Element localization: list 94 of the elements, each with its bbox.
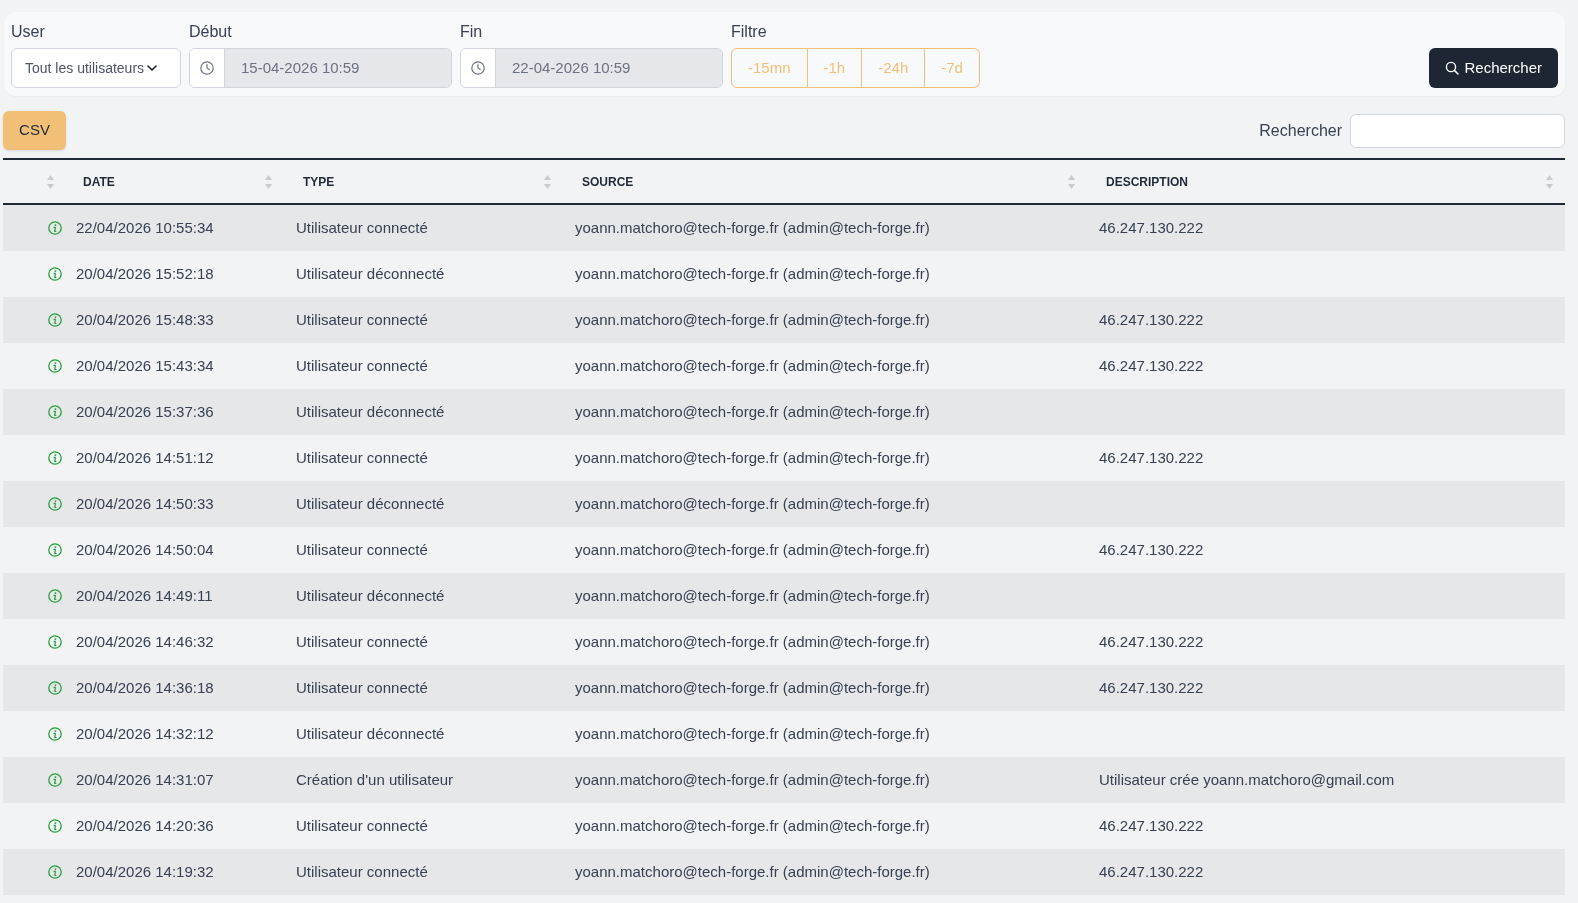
table-cell: Utilisateur connecté: [296, 311, 428, 328]
table-cell: 46.247.130.222: [1099, 449, 1204, 466]
table-cell: 46.247.130.222: [1099, 817, 1204, 834]
info-icon: [48, 221, 62, 235]
search-button[interactable]: Rechercher: [1429, 48, 1558, 88]
info-icon: [48, 497, 62, 511]
table-cell: 20/04/2026 14:20:36: [76, 817, 214, 834]
table-cell: 20/04/2026 14:50:33: [76, 495, 214, 512]
sort-icon: [1068, 174, 1075, 189]
table-cell: 46.247.130.222: [1099, 311, 1204, 328]
table-cell: 20/04/2026 14:49:11: [76, 587, 213, 604]
table-cell: 20/04/2026 14:31:07: [76, 771, 214, 788]
table-cell: 20/04/2026 15:48:33: [76, 311, 214, 328]
info-icon: [48, 727, 62, 741]
table-cell: yoann.matchoro@tech-forge.fr (admin@tech-forge.fr): [575, 771, 930, 788]
table-cell: yoann.matchoro@tech-forge.fr (admin@tech-forge.fr): [575, 311, 930, 328]
date-field[interactable]: 22-04-2026 10:59: [460, 48, 723, 88]
table-cell: Utilisateur déconnecté: [296, 587, 445, 604]
table-cell: 46.247.130.222: [1099, 219, 1204, 236]
info-icon: [48, 681, 62, 695]
table-cell: 46.247.130.222: [1099, 679, 1204, 696]
column-header[interactable]: DESCRIPTION: [1087, 160, 1565, 203]
info-icon: [48, 635, 62, 649]
info-icon: [48, 543, 62, 557]
table-cell: Utilisateur connecté: [296, 357, 428, 374]
table-cell: Utilisateur connecté: [296, 541, 428, 558]
column-header[interactable]: SOURCE: [563, 160, 1087, 203]
info-icon: [48, 589, 62, 603]
field-label: Début: [189, 22, 232, 42]
csv-button[interactable]: CSV: [3, 111, 66, 150]
table-cell: yoann.matchoro@tech-forge.fr (admin@tech-forge.fr): [575, 633, 930, 650]
info-icon: [48, 313, 62, 327]
table-cell: Utilisateur déconnecté: [296, 725, 445, 742]
table-cell: Utilisateur crée yoann.matchoro@gmail.com: [1099, 771, 1395, 788]
search-label: Rechercher: [1259, 120, 1342, 141]
table-cell: Utilisateur déconnecté: [296, 403, 445, 420]
table-cell: yoann.matchoro@tech-forge.fr (admin@tech-forge.fr): [575, 817, 930, 834]
table-cell: Utilisateur déconnecté: [296, 495, 445, 512]
table-cell: yoann.matchoro@tech-forge.fr (admin@tech-forge.fr): [575, 863, 930, 880]
table-cell: yoann.matchoro@tech-forge.fr (admin@tech-forge.fr): [575, 495, 930, 512]
table-cell: 20/04/2026 14:36:18: [76, 679, 214, 696]
info-icon: [48, 865, 62, 879]
table-cell: 20/04/2026 14:51:12: [76, 449, 214, 466]
table-cell: Utilisateur connecté: [296, 633, 428, 650]
sort-icon: [1546, 174, 1553, 189]
date-field[interactable]: 15-04-2026 10:59: [189, 48, 452, 88]
table-cell: yoann.matchoro@tech-forge.fr (admin@tech-forge.fr): [575, 449, 930, 466]
table-cell: 20/04/2026 15:37:36: [76, 403, 214, 420]
table-cell: 46.247.130.222: [1099, 863, 1204, 880]
table-cell: 22/04/2026 10:55:34: [76, 219, 214, 236]
table-cell: Utilisateur déconnecté: [296, 265, 445, 282]
table-cell: yoann.matchoro@tech-forge.fr (admin@tech-forge.fr): [575, 725, 930, 742]
table-cell: yoann.matchoro@tech-forge.fr (admin@tech-forge.fr): [575, 587, 930, 604]
info-icon: [48, 405, 62, 419]
table-cell: 20/04/2026 14:46:32: [76, 633, 214, 650]
info-icon: [48, 773, 62, 787]
table-cell: 20/04/2026 14:32:12: [76, 725, 214, 742]
clock-icon: [471, 61, 485, 75]
field-label: Filtre: [731, 22, 767, 42]
table-cell: yoann.matchoro@tech-forge.fr (admin@tech-forge.fr): [575, 265, 930, 282]
field-label: User: [11, 22, 45, 42]
table-cell: yoann.matchoro@tech-forge.fr (admin@tech-forge.fr): [575, 219, 930, 236]
table-cell: Utilisateur connecté: [296, 863, 428, 880]
table-cell: Utilisateur connecté: [296, 449, 428, 466]
table-cell: 20/04/2026 15:52:18: [76, 265, 214, 282]
sort-icon: [544, 174, 551, 189]
table-cell: Utilisateur connecté: [296, 817, 428, 834]
table-cell: Création d'un utilisateur: [296, 771, 454, 788]
table-cell: yoann.matchoro@tech-forge.fr (admin@tech-forge.fr): [575, 679, 930, 696]
info-icon: [48, 267, 62, 281]
table-cell: 20/04/2026 14:50:04: [76, 541, 214, 558]
table-cell: 20/04/2026 15:43:34: [76, 357, 214, 374]
table-cell: Utilisateur connecté: [296, 679, 428, 696]
table-cell: yoann.matchoro@tech-forge.fr (admin@tech-forge.fr): [575, 403, 930, 420]
sort-icon: [47, 174, 54, 189]
info-icon: [48, 451, 62, 465]
clock-icon: [200, 61, 214, 75]
chevron-down-icon: [147, 65, 158, 71]
search-icon: [1445, 61, 1460, 75]
table-cell: 20/04/2026 14:19:32: [76, 863, 214, 880]
table-cell: yoann.matchoro@tech-forge.fr (admin@tech-forge.fr): [575, 357, 930, 374]
sort-icon: [265, 174, 272, 189]
user-select[interactable]: Tout les utilisateurs: [11, 48, 181, 88]
table-cell: Utilisateur connecté: [296, 219, 428, 236]
search-field[interactable]: [1350, 113, 1565, 148]
table-cell: yoann.matchoro@tech-forge.fr (admin@tech-forge.fr): [575, 541, 930, 558]
field-label: Fin: [460, 22, 483, 42]
info-icon: [48, 359, 62, 373]
table-cell: 46.247.130.222: [1099, 541, 1204, 558]
table-cell: 46.247.130.222: [1099, 633, 1204, 650]
info-icon: [48, 819, 62, 833]
column-header[interactable]: DATE: [64, 160, 284, 203]
column-header[interactable]: TYPE: [284, 160, 563, 203]
table-cell: 46.247.130.222: [1099, 357, 1204, 374]
